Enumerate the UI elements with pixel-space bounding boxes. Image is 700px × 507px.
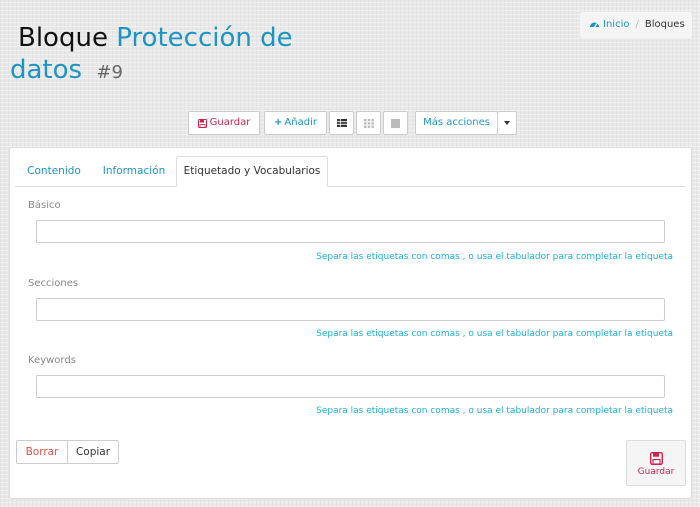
toolbar-save-label: Guardar [209,117,251,128]
breadcrumb-home-link[interactable]: Inicio [603,19,629,30]
tab-contenido[interactable]: Contenido [20,156,88,186]
page-title: Bloque Protección de datos #9 [10,22,340,89]
breadcrumb: Inicio / Bloques [580,12,692,38]
more-actions-dropdown[interactable] [497,111,517,135]
toolbar-add-label: Añadir [284,117,317,128]
toolbar-save-button[interactable]: Guardar [188,111,260,135]
copy-button[interactable]: Copiar [67,440,119,464]
basico-input[interactable] [36,220,665,243]
tab-etiquetado[interactable]: Etiquetado y Vocabularios [176,156,328,187]
footer-save-button[interactable]: Guardar [626,440,686,486]
plus-icon: + [274,117,283,128]
field-label-basico: Básico [28,200,61,211]
secciones-help-text: Separa las etiquetas con comas , o usa e… [316,329,673,339]
field-label-keywords: Keywords [28,355,76,366]
secciones-input[interactable] [36,298,665,321]
grid-icon [363,118,374,128]
save-icon [627,452,685,465]
page-title-prefix: Bloque [18,23,108,53]
grid-view-button[interactable] [356,111,381,135]
caret-down-icon [504,121,510,125]
edit-panel: Contenido Información Etiquetado y Vocab… [9,147,692,499]
tab-bar: Contenido Información Etiquetado y Vocab… [15,156,686,187]
breadcrumb-current: Bloques [644,19,685,30]
field-label-secciones: Secciones [28,278,79,289]
tab-informacion[interactable]: Información [98,156,170,186]
keywords-input[interactable] [36,375,665,398]
dashboard-icon [589,13,600,39]
save-icon [197,118,207,128]
more-actions-button[interactable]: Más acciones [415,111,498,135]
keywords-help-text: Separa las etiquetas con comas , o usa e… [316,406,673,416]
card-view-button[interactable] [383,111,408,135]
record-number: #9 [96,62,123,83]
breadcrumb-separator: / [635,19,639,30]
footer-save-label: Guardar [637,467,675,477]
basico-help-text: Separa las etiquetas con comas , o usa e… [316,252,673,262]
table-icon [336,119,347,127]
delete-button[interactable]: Borrar [16,440,68,464]
square-icon [391,118,400,128]
list-view-button[interactable] [329,111,354,135]
toolbar-add-button[interactable]: + Añadir [264,111,327,135]
